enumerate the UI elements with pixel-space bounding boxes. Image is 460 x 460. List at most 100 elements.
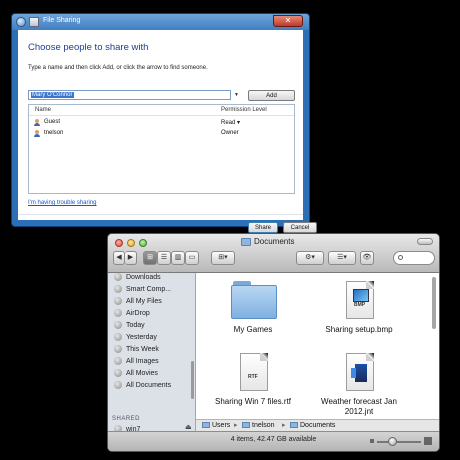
gear-icon xyxy=(114,369,122,377)
toolbar-toggle-button[interactable] xyxy=(417,238,433,245)
search-input[interactable] xyxy=(393,251,435,265)
minimize-window-button[interactable] xyxy=(127,239,135,247)
file-name: Sharing setup.bmp xyxy=(325,325,393,334)
all-files-icon xyxy=(114,297,122,305)
icon-size-slider-knob[interactable] xyxy=(388,437,397,446)
path-label: Users xyxy=(212,422,231,429)
sidebar-item-label: All Documents xyxy=(126,381,172,389)
sidebar-item-today[interactable]: Today xyxy=(114,321,145,331)
cancel-button[interactable]: Cancel xyxy=(283,222,317,233)
eject-icon[interactable]: ⏏ xyxy=(185,423,192,431)
file-type-badge: BMP xyxy=(354,302,366,308)
add-button[interactable]: Add xyxy=(248,90,295,101)
sidebar-item-label: This Week xyxy=(126,345,159,353)
downloads-icon xyxy=(114,273,122,281)
table-header: Name Permission Level xyxy=(29,105,294,116)
file-name: My Games xyxy=(233,325,273,334)
window-title: Documents xyxy=(254,237,295,246)
icon-view-button[interactable]: ⊞ xyxy=(143,251,157,265)
rtf-file-icon: RTF xyxy=(240,353,268,391)
quick-look-button[interactable]: 👁 xyxy=(360,251,374,265)
close-window-button[interactable] xyxy=(115,239,123,247)
sidebar-item-label: AirDrop xyxy=(126,309,150,317)
large-icon-size-icon xyxy=(424,437,432,445)
finder-sidebar: Downloads Smart Comp... All My Files Air… xyxy=(108,273,196,439)
trouble-sharing-link[interactable]: I'm having trouble sharing xyxy=(28,200,97,206)
sidebar-item-label: Downloads xyxy=(126,273,161,281)
small-icon-size-icon xyxy=(370,439,374,443)
status-bar: 4 items, 42.47 GB available xyxy=(108,431,439,451)
smart-folder-icon xyxy=(114,285,122,293)
sidebar-item-downloads[interactable]: Downloads xyxy=(114,273,161,283)
file-name: Sharing Win 7 files.rtf xyxy=(214,397,292,406)
search-icon xyxy=(398,255,403,260)
share-button[interactable]: Share xyxy=(248,222,278,233)
row-name: Guest xyxy=(44,119,61,125)
sidebar-item-airdrop[interactable]: AirDrop xyxy=(114,309,150,319)
folder-icon xyxy=(290,422,298,429)
row-name: tnelson xyxy=(44,130,64,136)
table-row[interactable]: Guest Read ▾ xyxy=(29,118,294,127)
back-arrow-icon[interactable] xyxy=(16,17,26,27)
sidebar-item-label: Today xyxy=(126,321,145,329)
content-scrollbar[interactable] xyxy=(432,277,436,329)
table-row[interactable]: tnelson Owner xyxy=(29,129,294,138)
dialog-instructions: Type a name and then click Add, or click… xyxy=(28,65,208,71)
sidebar-item-all-documents[interactable]: All Documents xyxy=(114,381,171,391)
gear-icon xyxy=(114,357,122,365)
list-view-button[interactable]: ☰ xyxy=(157,251,171,265)
gear-icon xyxy=(114,333,122,341)
icon-size-slider-track[interactable] xyxy=(377,441,421,443)
bmp-file-icon: BMP xyxy=(346,281,374,319)
share-name-value: Mary O'Connor xyxy=(31,92,74,98)
folder-icon xyxy=(242,422,250,429)
path-label: Documents xyxy=(300,422,336,429)
arrange-button[interactable]: ⊞▾ xyxy=(211,251,235,265)
sidebar-item-all-images[interactable]: All Images xyxy=(114,357,159,367)
sidebar-item-label: All My Files xyxy=(126,297,162,305)
user-icon xyxy=(34,119,40,126)
sidebar-item-smart-comp[interactable]: Smart Comp... xyxy=(114,285,171,295)
dialog-heading: Choose people to share with xyxy=(28,42,149,53)
permission-dropdown[interactable]: Read ▾ xyxy=(221,119,240,126)
file-name: Weather forecast Jan 2012.jnt xyxy=(321,397,397,416)
close-button[interactable]: ✕ xyxy=(273,15,303,27)
sidebar-item-label: All Movies xyxy=(126,369,158,377)
folder-icon xyxy=(231,281,277,319)
file-area: My Games BMP Sharing setup.bmp RTF Shari… xyxy=(196,273,439,420)
sidebar-item-yesterday[interactable]: Yesterday xyxy=(114,333,157,343)
zoom-window-button[interactable] xyxy=(139,239,147,247)
file-sharing-dialog: File Sharing ✕ Choose people to share wi… xyxy=(11,13,317,233)
sidebar-item-this-week[interactable]: This Week xyxy=(114,345,159,355)
folder-icon xyxy=(241,238,251,246)
file-sharing-icon xyxy=(29,17,39,27)
dialog-titlebar: File Sharing xyxy=(12,14,309,30)
column-header-permission[interactable]: Permission Level xyxy=(221,107,267,113)
share-menu-button[interactable]: ☰▾ xyxy=(328,251,356,265)
sidebar-scrollbar[interactable] xyxy=(191,361,194,399)
sharing-table: Name Permission Level Guest Read ▾ tnels… xyxy=(28,104,295,194)
sidebar-item-label: Smart Comp... xyxy=(126,285,172,293)
airdrop-icon xyxy=(114,309,122,317)
journal-file-icon xyxy=(346,353,374,391)
column-header-name[interactable]: Name xyxy=(35,107,51,113)
path-label: tnelson xyxy=(252,422,275,429)
folder-icon xyxy=(202,422,210,429)
sidebar-item-all-my-files[interactable]: All My Files xyxy=(114,297,162,307)
dialog-title: File Sharing xyxy=(43,17,81,24)
sidebar-item-label: All Images xyxy=(126,357,159,365)
forward-button[interactable]: ▶ xyxy=(125,251,137,265)
chevron-down-icon[interactable]: ▼ xyxy=(232,90,241,100)
column-view-button[interactable]: ▥ xyxy=(171,251,185,265)
back-button[interactable]: ◀ xyxy=(113,251,125,265)
gear-icon xyxy=(114,345,122,353)
gear-icon xyxy=(114,381,122,389)
sidebar-item-all-movies[interactable]: All Movies xyxy=(114,369,158,379)
sidebar-item-label: Yesterday xyxy=(126,333,157,341)
file-type-badge: RTF xyxy=(248,374,258,380)
cover-flow-button[interactable]: ▭ xyxy=(185,251,199,265)
dialog-divider xyxy=(18,214,303,215)
share-name-input[interactable]: Mary O'Connor xyxy=(28,90,231,100)
row-permission: Owner xyxy=(221,130,239,136)
action-gear-button[interactable]: ⚙▾ xyxy=(296,251,324,265)
